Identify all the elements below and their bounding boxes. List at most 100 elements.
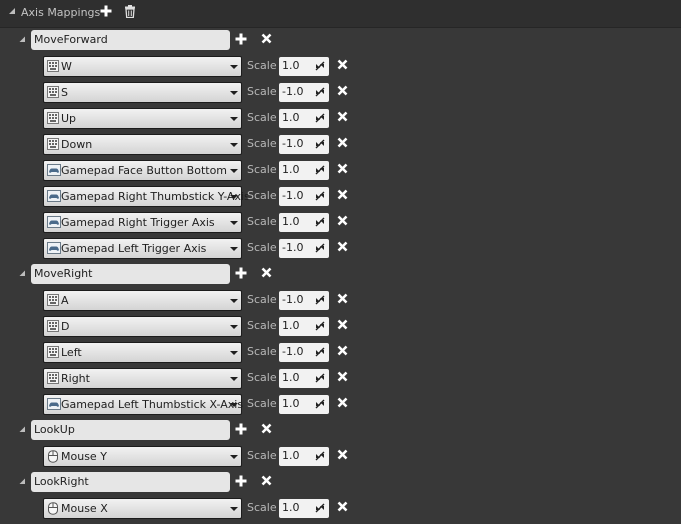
scale-input[interactable]: 1.0 bbox=[279, 109, 329, 128]
scale-drag-handle-icon[interactable] bbox=[315, 373, 325, 383]
scale-input[interactable]: -1.0 bbox=[279, 135, 329, 154]
key-mapping-row: Gamepad Left Thumbstick X-Axis Scale 1.0 bbox=[0, 392, 681, 418]
scale-drag-handle-icon[interactable] bbox=[315, 61, 325, 71]
scale-input[interactable]: 1.0 bbox=[279, 213, 329, 232]
key-selector-dropdown[interactable]: Mouse Y bbox=[43, 446, 242, 467]
remove-key-mapping-icon[interactable] bbox=[337, 163, 348, 174]
key-label: Gamepad Right Thumbstick Y-Axis bbox=[61, 190, 250, 203]
key-selector-dropdown[interactable]: S bbox=[43, 82, 242, 103]
key-selector-dropdown[interactable]: Right bbox=[43, 368, 242, 389]
key-selector-dropdown[interactable]: Left bbox=[43, 342, 242, 363]
scale-drag-handle-icon[interactable] bbox=[315, 217, 325, 227]
scale-input[interactable]: 1.0 bbox=[279, 395, 329, 414]
remove-key-mapping-icon[interactable] bbox=[337, 215, 348, 226]
key-selector-dropdown[interactable]: Gamepad Face Button Bottom bbox=[43, 160, 242, 181]
scale-input[interactable]: 1.0 bbox=[279, 499, 329, 518]
key-selector-dropdown[interactable]: Gamepad Right Trigger Axis bbox=[43, 212, 242, 233]
scale-input[interactable]: -1.0 bbox=[279, 343, 329, 362]
scale-label: Scale bbox=[247, 59, 277, 72]
remove-key-mapping-icon[interactable] bbox=[337, 501, 348, 512]
scale-input[interactable]: -1.0 bbox=[279, 239, 329, 258]
remove-key-mapping-icon[interactable] bbox=[337, 371, 348, 382]
remove-key-mapping-icon[interactable] bbox=[337, 241, 348, 252]
scale-input[interactable]: -1.0 bbox=[279, 83, 329, 102]
scale-drag-handle-icon[interactable] bbox=[315, 347, 325, 357]
gamepad-icon bbox=[47, 398, 61, 413]
key-selector-dropdown[interactable]: Mouse X bbox=[43, 498, 242, 519]
chevron-down-icon bbox=[230, 221, 238, 225]
scale-label: Scale bbox=[247, 189, 277, 202]
remove-axis-icon[interactable] bbox=[261, 423, 272, 434]
add-key-mapping-icon[interactable] bbox=[235, 475, 247, 487]
scale-label: Scale bbox=[247, 137, 277, 150]
remove-key-mapping-icon[interactable] bbox=[337, 189, 348, 200]
scale-drag-handle-icon[interactable] bbox=[315, 399, 325, 409]
axis-name-field[interactable]: LookUp bbox=[31, 420, 230, 440]
key-selector-dropdown[interactable]: Up bbox=[43, 108, 242, 129]
scale-drag-handle-icon[interactable] bbox=[315, 243, 325, 253]
scale-input[interactable]: -1.0 bbox=[279, 187, 329, 206]
collapse-triangle-icon[interactable] bbox=[19, 478, 26, 485]
scale-input[interactable]: 1.0 bbox=[279, 161, 329, 180]
axis-name-field[interactable]: MoveRight bbox=[31, 264, 230, 284]
axis-name-field[interactable]: LookRight bbox=[31, 472, 230, 492]
key-mapping-row: W Scale 1.0 bbox=[0, 54, 681, 80]
key-selector-dropdown[interactable]: Gamepad Left Trigger Axis bbox=[43, 238, 242, 259]
remove-axis-icon[interactable] bbox=[261, 33, 272, 44]
key-selector-dropdown[interactable]: Gamepad Right Thumbstick Y-Axis bbox=[43, 186, 250, 207]
collapse-triangle-icon[interactable] bbox=[19, 36, 26, 43]
remove-key-mapping-icon[interactable] bbox=[337, 345, 348, 356]
scale-label: Scale bbox=[247, 241, 277, 254]
remove-key-mapping-icon[interactable] bbox=[337, 319, 348, 330]
scale-input[interactable]: 1.0 bbox=[279, 317, 329, 336]
key-label: A bbox=[61, 294, 69, 307]
scale-label: Scale bbox=[247, 371, 277, 384]
scale-label: Scale bbox=[247, 215, 277, 228]
scale-drag-handle-icon[interactable] bbox=[315, 321, 325, 331]
remove-key-mapping-icon[interactable] bbox=[337, 59, 348, 70]
key-selector-dropdown[interactable]: W bbox=[43, 56, 242, 77]
chevron-down-icon bbox=[230, 143, 238, 147]
key-selector-dropdown[interactable]: Gamepad Left Thumbstick X-Axis bbox=[43, 394, 243, 415]
gamepad-icon bbox=[47, 164, 61, 179]
key-label: Right bbox=[61, 372, 90, 385]
scale-input[interactable]: 1.0 bbox=[279, 57, 329, 76]
add-key-mapping-icon[interactable] bbox=[235, 423, 247, 435]
remove-key-mapping-icon[interactable] bbox=[337, 137, 348, 148]
remove-key-mapping-icon[interactable] bbox=[337, 449, 348, 460]
scale-input[interactable]: 1.0 bbox=[279, 447, 329, 466]
remove-key-mapping-icon[interactable] bbox=[337, 293, 348, 304]
scale-drag-handle-icon[interactable] bbox=[315, 139, 325, 149]
add-axis-mapping-icon[interactable] bbox=[100, 5, 112, 17]
trash-icon[interactable] bbox=[124, 5, 136, 18]
scale-drag-handle-icon[interactable] bbox=[315, 503, 325, 513]
add-key-mapping-icon[interactable] bbox=[235, 267, 247, 279]
scale-drag-handle-icon[interactable] bbox=[315, 191, 325, 201]
scale-value: 1.0 bbox=[282, 397, 300, 410]
scale-drag-handle-icon[interactable] bbox=[315, 295, 325, 305]
collapse-triangle-icon[interactable] bbox=[8, 7, 16, 15]
key-mapping-row: S Scale -1.0 bbox=[0, 80, 681, 106]
axis-group-row: MoveForward bbox=[0, 28, 681, 54]
scale-input[interactable]: -1.0 bbox=[279, 291, 329, 310]
scale-drag-handle-icon[interactable] bbox=[315, 451, 325, 461]
axis-name-field[interactable]: MoveForward bbox=[31, 30, 230, 50]
key-label: Gamepad Left Trigger Axis bbox=[61, 242, 207, 255]
scale-value: -1.0 bbox=[282, 345, 304, 358]
key-selector-dropdown[interactable]: D bbox=[43, 316, 242, 337]
key-selector-dropdown[interactable]: A bbox=[43, 290, 242, 311]
remove-axis-icon[interactable] bbox=[261, 267, 272, 278]
scale-drag-handle-icon[interactable] bbox=[315, 165, 325, 175]
remove-axis-icon[interactable] bbox=[261, 475, 272, 486]
collapse-triangle-icon[interactable] bbox=[19, 426, 26, 433]
scale-drag-handle-icon[interactable] bbox=[315, 113, 325, 123]
scale-input[interactable]: 1.0 bbox=[279, 369, 329, 388]
remove-key-mapping-icon[interactable] bbox=[337, 397, 348, 408]
remove-key-mapping-icon[interactable] bbox=[337, 111, 348, 122]
scale-drag-handle-icon[interactable] bbox=[315, 87, 325, 97]
key-selector-dropdown[interactable]: Down bbox=[43, 134, 242, 155]
add-key-mapping-icon[interactable] bbox=[235, 33, 247, 45]
remove-key-mapping-icon[interactable] bbox=[337, 85, 348, 96]
gamepad-icon bbox=[47, 216, 61, 231]
collapse-triangle-icon[interactable] bbox=[19, 270, 26, 277]
